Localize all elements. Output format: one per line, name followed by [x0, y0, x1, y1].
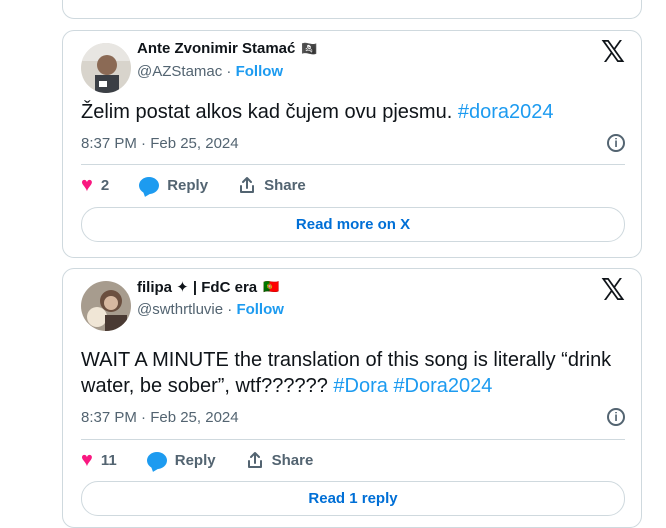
reply-label: Reply — [167, 176, 209, 194]
hashtag-link[interactable]: #Dora2024 — [393, 375, 492, 397]
info-icon[interactable]: i — [607, 408, 625, 426]
display-name[interactable]: filipa ✦ | FdC era — [137, 278, 257, 296]
share-button[interactable]: Share — [238, 176, 306, 194]
previous-tweet-card — [62, 0, 642, 19]
info-icon[interactable]: i — [607, 134, 625, 152]
follow-button[interactable]: Follow — [236, 63, 284, 80]
read-more-button[interactable]: Read more on X — [81, 207, 625, 242]
tweet-body: Želim postat alkos kad čujem ovu pjesmu. — [81, 101, 453, 123]
reply-bubble-icon — [139, 176, 160, 194]
tweet-text: WAIT A MINUTE the translation of this so… — [81, 347, 626, 399]
divider — [81, 164, 625, 165]
user-handle[interactable]: @swthrtluvie — [137, 301, 223, 318]
pirate-flag-emoji: 🏴‍☠️ — [301, 40, 318, 56]
tweet-text: Želim postat alkos kad čujem ovu pjesmu.… — [81, 99, 626, 125]
separator-dot: · — [226, 63, 236, 80]
reply-label: Reply — [174, 451, 216, 469]
tweet-card[interactable]: Ante Zvonimir Stamać 🏴‍☠️ @AZStamac · Fo… — [62, 30, 642, 258]
read-replies-button[interactable]: Read 1 reply — [81, 481, 625, 516]
share-button[interactable]: Share — [246, 451, 314, 469]
like-count: 11 — [100, 451, 117, 469]
share-label: Share — [271, 451, 314, 469]
hashtag-link[interactable]: #dora2024 — [458, 101, 554, 123]
heart-icon: ♥ — [81, 174, 93, 196]
x-logo-icon[interactable]: 𝕏 — [601, 35, 625, 70]
display-name[interactable]: Ante Zvonimir Stamać — [137, 40, 295, 57]
share-label: Share — [264, 176, 306, 194]
tweet-timestamp[interactable]: 8:37 PM · Feb 25, 2024 — [81, 135, 239, 152]
divider — [81, 439, 625, 440]
like-button[interactable]: ♥ 11 — [81, 450, 117, 470]
portugal-flag-emoji: 🇵🇹 — [263, 279, 280, 294]
reply-button[interactable]: Reply — [146, 451, 216, 469]
tweet-card[interactable]: filipa ✦ | FdC era 🇵🇹 @swthrtluvie · Fol… — [62, 268, 642, 528]
follow-button[interactable]: Follow — [236, 301, 284, 318]
avatar[interactable] — [81, 281, 131, 331]
share-icon — [247, 452, 262, 468]
reply-button[interactable]: Reply — [139, 176, 209, 194]
avatar[interactable] — [81, 43, 131, 93]
hashtag-link[interactable]: #Dora — [333, 375, 387, 397]
user-handle[interactable]: @AZStamac — [137, 63, 222, 80]
tweet-timestamp[interactable]: 8:37 PM · Feb 25, 2024 — [81, 409, 239, 426]
reply-bubble-icon — [146, 451, 167, 469]
x-logo-icon[interactable]: 𝕏 — [601, 273, 625, 308]
like-button[interactable]: ♥ 2 — [81, 175, 109, 195]
like-count: 2 — [100, 176, 110, 194]
share-icon — [240, 177, 255, 193]
heart-icon: ♥ — [81, 449, 93, 471]
